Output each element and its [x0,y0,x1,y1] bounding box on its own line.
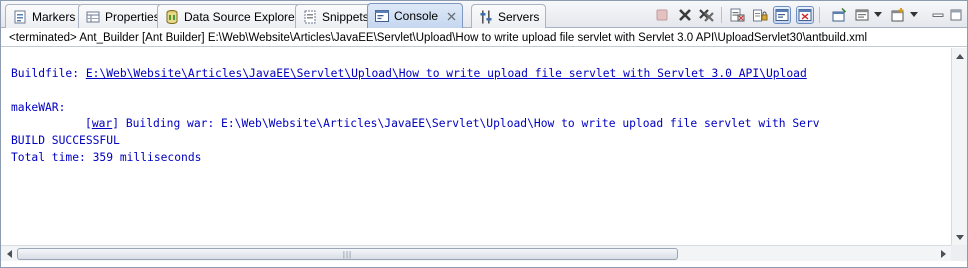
tab-snippets[interactable]: Snippets [295,4,376,28]
toolbar-separator [721,7,722,23]
scroll-lock-icon[interactable] [751,6,769,24]
display-selected-console-dropdown-icon[interactable] [873,6,883,24]
horizontal-scroll-thumb[interactable]: ||| [17,248,678,260]
open-console-dropdown-icon[interactable] [909,6,919,24]
clear-console-icon[interactable] [728,6,746,24]
servers-icon [478,9,494,25]
maximize-icon[interactable] [947,6,965,24]
scroll-left-icon[interactable] [1,246,17,262]
war-task-link[interactable]: war [92,117,112,130]
console-description: <terminated> Ant_Builder [Ant Builder] E… [1,29,967,47]
remove-launch-icon[interactable] [676,6,694,24]
word-wrap-icon[interactable] [796,6,814,24]
markers-icon [12,9,28,25]
horizontal-scrollbar[interactable]: ||| [1,245,951,261]
war-tag-close: ] [112,117,120,130]
buildfile-link[interactable]: E:\Web\Website\Articles\JavaEE\Servlet\U… [86,67,807,80]
show-console-on-output-icon[interactable] [773,6,791,24]
scrollbar-corner [951,245,967,261]
properties-icon [85,9,101,25]
war-message: Building war: E:\Web\Website\Articles\Ja… [119,117,820,130]
scroll-down-icon[interactable] [952,229,968,245]
pin-console-icon[interactable] [830,6,848,24]
toolbar-separator [819,7,820,23]
open-console-icon[interactable] [889,6,907,24]
console-icon [374,8,390,24]
tab-markers[interactable]: Markers [5,4,83,28]
tab-servers[interactable]: Servers [471,4,547,28]
console-output[interactable]: Buildfile: E:\Web\Website\Articles\JavaE… [1,48,951,245]
snippets-icon [302,9,318,25]
close-icon[interactable] [446,11,456,21]
war-tag-open: [ [85,117,92,130]
build-result-line: BUILD SUCCESSFUL [11,134,120,147]
war-task-line: [war] Building war: E:\Web\Website\Artic… [85,116,820,132]
tab-data-source-explorer[interactable]: Data Source Explorer [157,4,306,28]
minimize-icon[interactable] [929,6,947,24]
tab-label: Snippets [322,9,369,24]
scroll-grip-icon: ||| [342,249,353,259]
display-selected-console-icon[interactable] [853,6,871,24]
remove-all-terminated-icon[interactable] [698,6,716,24]
terminate-icon[interactable] [653,6,671,24]
tab-label: Servers [498,9,540,24]
scroll-up-icon[interactable] [952,48,968,64]
tab-label: Console [394,9,439,23]
console-view: Markers Properties Data Source Explorer … [0,0,968,268]
buildfile-prefix: Buildfile: [11,67,86,80]
tab-label: Data Source Explorer [184,9,299,24]
view-tab-bar: Markers Properties Data Source Explorer … [1,1,967,28]
target-line: makeWAR: [11,101,66,114]
vertical-scrollbar[interactable] [951,48,967,245]
tab-properties[interactable]: Properties [78,4,167,28]
tab-console[interactable]: Console [367,3,464,28]
buildfile-line: Buildfile: E:\Web\Website\Articles\JavaE… [11,66,807,82]
tab-label: Properties [105,9,160,24]
tab-label: Markers [32,9,76,24]
data-source-explorer-icon [164,9,180,25]
total-time-line: Total time: 359 milliseconds [11,151,202,164]
scroll-right-icon[interactable] [935,246,951,262]
